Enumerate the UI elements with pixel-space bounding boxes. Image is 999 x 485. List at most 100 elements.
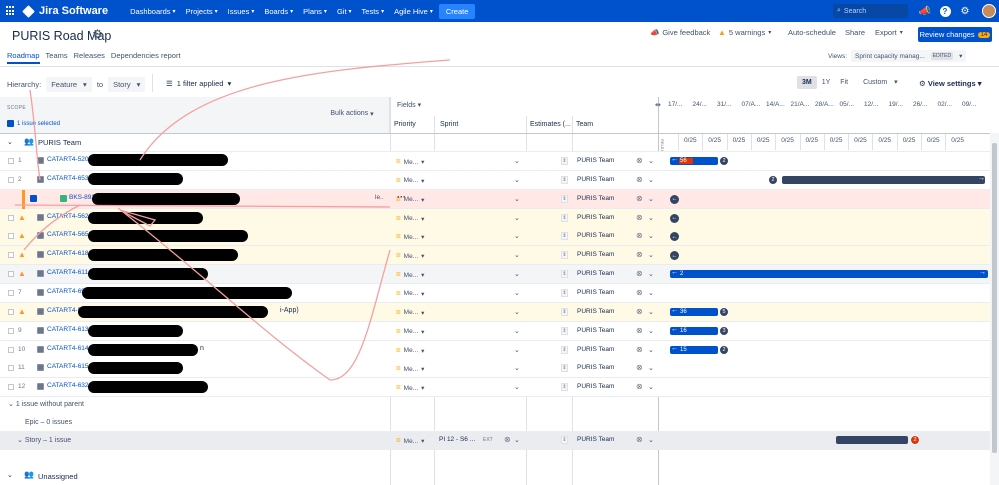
team-value[interactable]: PURIS Team [577,327,614,334]
table-row[interactable]: 10 CATART4-614 n = Me... ▾ ⌄ ⇕ PURIS Team ⊗ ⌄ ← 15 2 [0,340,999,360]
issue-key[interactable]: CATART4-653 [47,175,89,182]
row-checkbox[interactable] [8,289,14,296]
team-value[interactable]: PURIS Team [577,251,614,258]
schedule-bar[interactable] [782,175,985,184]
clear-icon[interactable]: ⊗ [636,213,643,222]
clear-icon[interactable]: ⊗ [636,382,643,391]
team-value[interactable]: PURIS Team [577,270,614,277]
team-value[interactable]: PURIS Team [577,364,614,371]
estimate-stepper[interactable]: ⇕ [561,251,568,260]
team-column[interactable]: Team [576,121,593,128]
app-switcher-icon[interactable] [6,6,16,16]
nav-projects[interactable]: Projects ▾ [186,7,218,16]
row-checkbox[interactable] [8,214,14,221]
table-row[interactable]: BKS-892 le.. ··· = Me... ▾ ⌄ ⇕ PURIS Team ⊗ ⌄ ← [0,189,999,209]
team-value[interactable]: PURIS Team [577,195,614,202]
sprint-dropdown-chevron-icon[interactable]: ⌄ [514,270,520,278]
table-row[interactable]: 12 CATART4-632 = Me... ▾ ⌄ ⇕ PURIS Team ⊗ ⌄ [0,378,999,398]
notifications-icon[interactable]: 📣 [918,4,932,18]
table-row[interactable]: ▲ CATART4-618 = Me... ▾ ⌄ ⇕ PURIS Team ⊗ ⌄ ← [0,246,999,266]
estimate-stepper[interactable]: ⇕ [561,175,568,184]
chevron-down-icon[interactable]: ⌄ [648,364,654,372]
issue-key[interactable]: CATART4-632 [47,382,89,389]
chevron-down-icon[interactable]: ⌄ [648,251,654,259]
clear-icon[interactable]: ⊗ [636,175,643,184]
table-row[interactable]: 11 CATART4-615 = Me... ▾ ⌄ ⇕ PURIS Team ⊗ ⌄ [0,359,999,379]
table-row[interactable]: ▲ CATART4-562 = Me... ▾ ⌄ ⇕ PURIS Team ⊗ ⌄ ← [0,208,999,228]
schedule-bar[interactable]: ← 36 [670,307,718,316]
clear-icon[interactable]: ⊗ [636,307,643,316]
help-icon[interactable]: ? [938,4,952,18]
estimate-stepper[interactable]: ⇕ [561,157,568,165]
tab-dependencies-report[interactable]: Dependencies report [111,51,181,64]
estimate-stepper[interactable]: ⇕ [561,213,568,222]
priority-cell[interactable]: = Me... ▾ [396,289,424,298]
warning-icon[interactable]: ▲ [18,250,26,259]
issue-key[interactable]: CATART4-5 [47,307,81,314]
chevron-down-icon[interactable]: ⌄ [648,308,654,316]
fields-dropdown[interactable]: Fields ▾ [397,101,421,109]
team-value[interactable]: PURIS Team [577,308,614,315]
sprint-dropdown-chevron-icon[interactable]: ⌄ [514,327,520,335]
estimate-stepper[interactable]: ⇕ [561,232,568,241]
estimates-column[interactable]: Estimates (... [530,121,571,128]
issue-selected-indicator[interactable]: 1 issue selected [7,120,60,127]
row-checkbox[interactable] [8,365,14,372]
sprint-value[interactable]: PI 12 - S6 ... [439,436,475,443]
clear-icon[interactable]: ⊗ [636,345,643,354]
estimate-stepper[interactable]: ⇕ [561,436,568,444]
team-value[interactable]: PURIS Team [577,157,614,164]
row-checkbox[interactable] [8,327,14,334]
row-checkbox[interactable] [8,176,14,183]
sprint-dropdown-chevron-icon[interactable]: ⌄ [514,364,520,372]
tab-teams[interactable]: Teams [46,51,68,64]
chevron-down-icon[interactable]: ⌄ [7,471,13,479]
schedule-bar[interactable]: ← 15 [670,345,718,354]
clear-icon[interactable]: ⊗ [636,435,643,444]
chevron-down-icon[interactable]: ⌄ [648,232,654,240]
priority-cell[interactable]: = Me... ▾ [396,327,424,336]
issue-key[interactable]: CATART4-614 [47,345,89,352]
priority-cell[interactable]: = Me... ▾ [396,308,424,317]
sprint-dropdown-chevron-icon[interactable]: ⌄ [514,346,520,354]
create-button[interactable]: Create [438,3,476,19]
team-group-row[interactable]: ⌄ 👥 PURIS Team [0,134,999,152]
estimate-stepper[interactable]: ⇕ [561,345,568,354]
sprint-column[interactable]: Sprint [440,121,458,128]
sprint-dropdown-chevron-icon[interactable]: ⌄ [514,157,520,165]
zoom-1y[interactable]: 1Y [817,76,836,89]
arrow-left-icon[interactable]: ← [670,213,679,223]
scrollbar-thumb[interactable] [992,143,997,453]
row-checkbox[interactable] [8,233,14,240]
issue-key[interactable]: CATART4-611 [47,269,88,276]
tab-roadmap[interactable]: Roadmap [7,51,40,64]
priority-cell[interactable]: = Me... ▾ [396,365,424,374]
clear-icon[interactable]: ⊗ [636,326,643,335]
table-row[interactable]: 1 CATART4-520 = Me... ▾ ⌄ ⇕ PURIS Team ⊗ ⌄ ← 56 2 [0,152,999,171]
warning-icon[interactable]: ▲ [18,307,26,316]
nav-dashboards[interactable]: Dashboards ▾ [130,7,175,16]
warning-icon[interactable]: ▲ [18,213,26,222]
clear-icon[interactable]: ⊗ [636,250,643,259]
table-row[interactable]: 2 CATART4-653 = Me... ▾ ⌄ ⇕ PURIS Team ⊗ ⌄ 2 → [0,170,999,190]
issue-key[interactable]: CATART4-520 [47,156,89,163]
sprint-dropdown-chevron-icon[interactable]: ⌄ [514,251,520,259]
schedule-bar[interactable]: ← 16 [670,326,718,335]
without-parent-section[interactable]: ⌄ 1 issue without parent [8,400,84,408]
row-checkbox[interactable] [8,346,14,353]
tab-releases[interactable]: Releases [74,51,105,64]
sprint-dropdown-chevron-icon[interactable]: ⌄ [514,214,520,222]
nav-issues[interactable]: Issues ▾ [228,7,255,16]
chevron-down-icon[interactable]: ⌄ [648,383,654,391]
clear-icon[interactable]: ⊗ [636,269,643,278]
chevron-down-icon[interactable]: ⌄ [648,270,654,278]
epic-section[interactable]: Epic – 0 issues [25,419,72,426]
row-checkbox[interactable] [8,252,14,259]
priority-cell[interactable]: = Me... ▾ [396,384,424,393]
clear-icon[interactable]: ⊗ [636,363,643,372]
row-checkbox[interactable] [8,384,14,391]
story-section-row[interactable]: ⌄ Story – 1 issue = Me... ▾ PI 12 - S6 ...… [0,431,999,450]
issue-key[interactable]: CATART4-69 [47,288,85,295]
issue-key[interactable]: CATART4-613 [47,326,89,333]
team-value[interactable]: PURIS Team [577,232,614,239]
